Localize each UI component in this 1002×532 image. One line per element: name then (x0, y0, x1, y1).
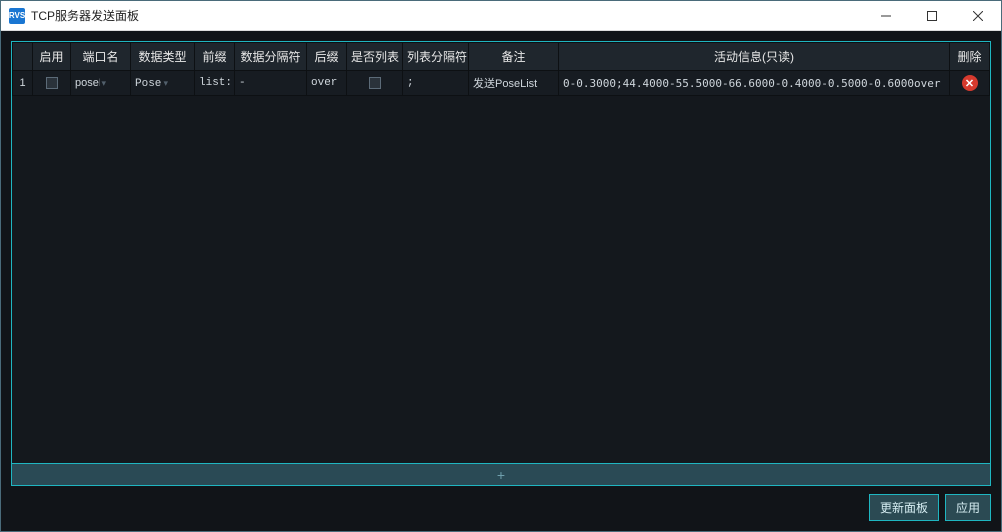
th-islist: 是否列表 (347, 43, 403, 71)
th-listsep: 列表分隔符 (403, 43, 469, 71)
cell-remark[interactable]: 发送PoseList (469, 71, 559, 96)
cell-port[interactable]: poseList ▾ (71, 71, 131, 96)
app-icon: RVS (9, 8, 25, 24)
table-wrap: 启用 端口名 数据类型 前缀 数据分隔符 后缀 是否列表 列表分隔符 备注 活动… (12, 42, 990, 463)
th-type: 数据类型 (131, 43, 195, 71)
type-value: Pose (135, 78, 162, 90)
th-suffix: 后缀 (307, 43, 347, 71)
th-enable: 启用 (33, 43, 71, 71)
cell-suffix[interactable]: over (307, 71, 347, 96)
plus-icon: + (497, 467, 505, 483)
port-value: poseList (75, 77, 100, 89)
table-header-row: 启用 端口名 数据类型 前缀 数据分隔符 后缀 是否列表 列表分隔符 备注 活动… (13, 43, 990, 71)
table-row: 1 poseList ▾ (13, 71, 990, 96)
cell-sep[interactable]: - (235, 71, 307, 96)
delete-row-button[interactable]: ✕ (962, 75, 978, 91)
refresh-panel-button[interactable]: 更新面板 (869, 494, 939, 521)
th-sep: 数据分隔符 (235, 43, 307, 71)
th-remark: 备注 (469, 43, 559, 71)
cell-info: 0-0.3000;44.4000-55.5000-66.6000-0.4000-… (559, 71, 950, 96)
cell-islist (347, 71, 403, 96)
islist-checkbox[interactable] (369, 77, 381, 89)
cell-idx: 1 (13, 71, 33, 96)
maximize-button[interactable] (909, 1, 955, 31)
chevron-down-icon: ▾ (100, 78, 127, 89)
th-info: 活动信息(只读) (559, 43, 950, 71)
app-window: RVS TCP服务器发送面板 (0, 0, 1002, 532)
chevron-down-icon: ▾ (162, 78, 191, 89)
cell-prefix[interactable]: list: (195, 71, 235, 96)
apply-button[interactable]: 应用 (945, 494, 991, 521)
enable-checkbox[interactable] (46, 77, 58, 89)
minimize-button[interactable] (863, 1, 909, 31)
th-port: 端口名 (71, 43, 131, 71)
main-panel: 启用 端口名 数据类型 前缀 数据分隔符 后缀 是否列表 列表分隔符 备注 活动… (11, 41, 991, 486)
footer: 更新面板 应用 (11, 486, 991, 521)
client-area: 启用 端口名 数据类型 前缀 数据分隔符 后缀 是否列表 列表分隔符 备注 活动… (1, 31, 1001, 531)
close-icon: ✕ (965, 77, 974, 90)
maximize-icon (927, 11, 937, 21)
th-idx (13, 43, 33, 71)
add-row-button[interactable]: + (12, 463, 990, 485)
cell-listsep[interactable]: ; (403, 71, 469, 96)
data-table: 启用 端口名 数据类型 前缀 数据分隔符 后缀 是否列表 列表分隔符 备注 活动… (12, 42, 990, 96)
cell-enable (33, 71, 71, 96)
cell-del: ✕ (950, 71, 990, 96)
titlebar: RVS TCP服务器发送面板 (1, 1, 1001, 31)
th-prefix: 前缀 (195, 43, 235, 71)
minimize-icon (881, 11, 891, 21)
th-del: 删除 (950, 43, 990, 71)
cell-type[interactable]: Pose ▾ (131, 71, 195, 96)
close-icon (973, 11, 983, 21)
window-title: TCP服务器发送面板 (31, 7, 139, 24)
close-button[interactable] (955, 1, 1001, 31)
